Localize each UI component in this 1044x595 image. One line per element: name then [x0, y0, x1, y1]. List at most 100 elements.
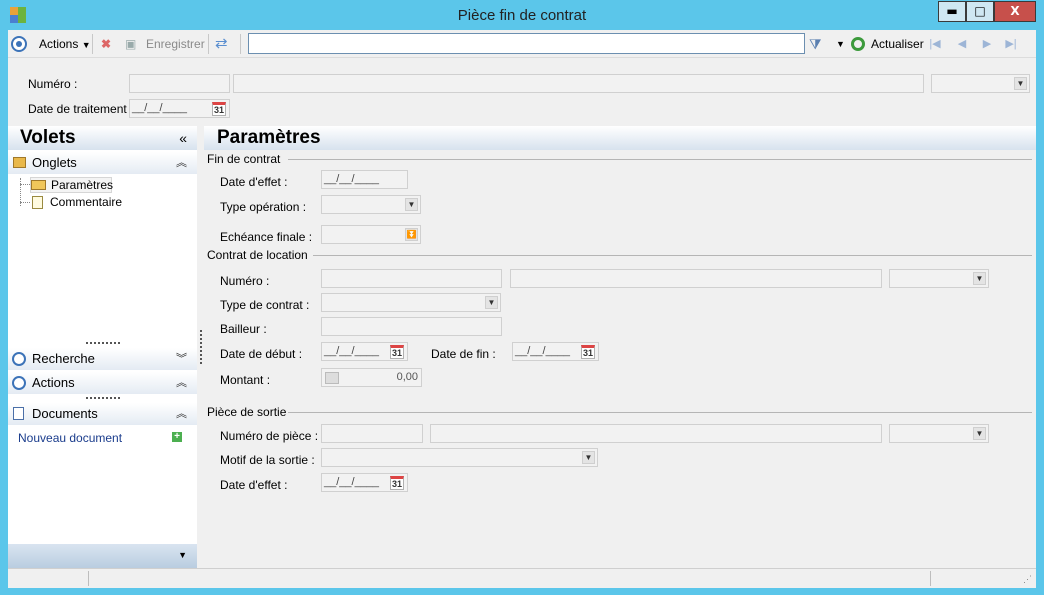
onglets-section[interactable]: Onglets ︽ — [8, 152, 197, 174]
previous-record-icon[interactable]: ◀ — [955, 37, 969, 51]
target-icon — [12, 352, 26, 366]
date-placeholder: __/__/____ — [515, 345, 571, 357]
toolbar: Actions ▼ ✖ ▣ Enregistrer ⇄ ⧩ ▼ Actualis… — [8, 30, 1036, 58]
delete-icon[interactable]: ✖ — [101, 35, 111, 53]
splitter-grip[interactable] — [86, 397, 120, 399]
maximize-button[interactable]: □ — [966, 1, 994, 22]
sidebar: Volets « Onglets ︽ Paramètres Commentaire… — [8, 126, 197, 568]
sidebar-footer: ▼ — [8, 544, 197, 568]
contrat-numero-field[interactable] — [321, 269, 502, 288]
chevron-down-icon[interactable]: ︾ — [176, 348, 187, 370]
montant-field[interactable]: 0,00 — [321, 368, 422, 387]
contrat-combo[interactable]: ▼ — [889, 269, 989, 288]
date-fin-field[interactable]: __/__/____ 31 — [512, 342, 599, 361]
refresh-button[interactable]: Actualiser — [871, 35, 924, 53]
type-contrat-label: Type de contrat : — [220, 298, 310, 312]
save-button[interactable]: Enregistrer — [146, 35, 205, 53]
numero-description-field[interactable] — [233, 74, 924, 93]
numero-combo[interactable]: ▼ — [931, 74, 1030, 93]
recherche-section[interactable]: Recherche ︾ — [8, 348, 197, 370]
chevron-down-icon: ▼ — [405, 198, 418, 211]
date-effet-field[interactable]: __/__/____ — [321, 170, 408, 189]
calculator-icon[interactable] — [325, 372, 339, 384]
chevron-down-icon: ▼ — [582, 451, 595, 464]
chevron-down-icon: ▼ — [81, 40, 91, 50]
save-icon: ▣ — [125, 37, 137, 51]
date-traitement-label: Date de traitement : — [28, 102, 134, 116]
bailleur-field[interactable] — [321, 317, 502, 336]
filter-dropdown-icon[interactable]: ▼ — [836, 35, 845, 53]
chevron-down-icon: ▼ — [973, 272, 986, 285]
piece-date-effet-field[interactable]: __/__/____ 31 — [321, 473, 408, 492]
date-debut-label: Date de début : — [220, 347, 303, 361]
client-area: Actions ▼ ✖ ▣ Enregistrer ⇄ ⧩ ▼ Actualis… — [8, 30, 1036, 588]
add-icon[interactable]: + — [172, 432, 182, 442]
chevron-down-icon: ▼ — [973, 427, 986, 440]
date-placeholder: __/__/____ — [324, 173, 380, 185]
next-record-icon[interactable]: ▶ — [980, 37, 994, 51]
chevron-down-icon[interactable]: ▼ — [178, 550, 187, 560]
date-fin-label: Date de fin : — [431, 347, 496, 361]
numero-piece-field[interactable] — [321, 424, 423, 443]
window-title: Pièce fin de contrat — [457, 7, 587, 24]
close-button[interactable]: X — [994, 1, 1036, 22]
new-document-link[interactable]: Nouveau document — [18, 431, 122, 445]
numero-piece-combo[interactable]: ▼ — [889, 424, 989, 443]
refresh-icon[interactable] — [851, 37, 865, 51]
target-icon[interactable] — [11, 36, 27, 52]
date-traitement-field[interactable]: __/__/____ 31 — [129, 99, 230, 118]
calendar-icon[interactable]: 31 — [212, 102, 226, 116]
group-piece-sortie: Pièce de sortie — [207, 405, 287, 419]
actions-label: Actions — [39, 37, 79, 51]
recherche-label: Recherche — [32, 351, 95, 366]
numero-code-field[interactable] — [129, 74, 230, 93]
calendar-icon[interactable]: 31 — [390, 476, 404, 490]
minimize-button[interactable]: ▬ — [938, 1, 966, 22]
date-debut-field[interactable]: __/__/____ 31 — [321, 342, 408, 361]
collapse-icon[interactable]: « — [179, 126, 187, 150]
tree-item-commentaire[interactable]: Commentaire — [30, 195, 140, 211]
main-panel: Paramètres Fin de contrat Date d'effet :… — [204, 126, 1036, 568]
echeance-finale-combo[interactable]: ⏬ — [321, 225, 421, 244]
actions-menu[interactable]: Actions ▼ — [39, 35, 91, 53]
folder-icon — [13, 157, 26, 168]
target-icon — [12, 376, 26, 390]
numero-piece-description-field[interactable] — [430, 424, 882, 443]
vertical-splitter-grip[interactable] — [200, 330, 202, 364]
date-placeholder: __/__/____ — [132, 102, 188, 114]
last-record-icon[interactable]: ▶| — [1004, 37, 1018, 51]
date-placeholder: __/__/____ — [324, 476, 380, 488]
documents-section[interactable]: Documents ︽ — [8, 403, 197, 425]
chevron-down-icon: ▼ — [1014, 77, 1027, 90]
type-operation-label: Type opération : — [220, 200, 307, 214]
chevron-up-icon[interactable]: ︽ — [176, 372, 187, 394]
calendar-icon[interactable]: 31 — [581, 345, 595, 359]
tree-item-label: Paramètres — [51, 178, 114, 192]
contrat-numero-label: Numéro : — [220, 274, 270, 288]
chevron-up-icon[interactable]: ︽ — [176, 403, 187, 425]
tree-item-parametres[interactable]: Paramètres — [30, 177, 114, 193]
actions-section[interactable]: Actions ︽ — [8, 372, 197, 394]
double-chevron-down-icon: ⏬ — [405, 228, 418, 241]
motif-sortie-combo[interactable]: ▼ — [321, 448, 598, 467]
type-operation-combo[interactable]: ▼ — [321, 195, 421, 214]
filter-icon[interactable]: ⧩ — [809, 35, 822, 53]
tree-item-label: Commentaire — [50, 195, 123, 209]
date-placeholder: __/__/____ — [324, 345, 380, 357]
date-effet-label: Date d'effet : — [220, 175, 288, 189]
onglets-label: Onglets — [32, 155, 77, 170]
search-input[interactable] — [248, 33, 805, 54]
motif-sortie-label: Motif de la sortie : — [220, 453, 315, 467]
calendar-icon[interactable]: 31 — [390, 345, 404, 359]
main-title: Paramètres — [204, 126, 1036, 150]
splitter-grip[interactable] — [86, 342, 120, 344]
first-record-icon[interactable]: |◀ — [928, 37, 942, 51]
chevron-up-icon[interactable]: ︽ — [176, 152, 187, 174]
resize-grip-icon[interactable]: ⋰ — [1023, 574, 1032, 585]
sync-icon[interactable]: ⇄ — [215, 35, 228, 53]
contrat-description-field[interactable] — [510, 269, 882, 288]
note-icon — [32, 196, 43, 209]
piece-date-effet-label: Date d'effet : — [220, 478, 288, 492]
bailleur-label: Bailleur : — [220, 322, 267, 336]
type-contrat-combo[interactable]: ▼ — [321, 293, 501, 312]
